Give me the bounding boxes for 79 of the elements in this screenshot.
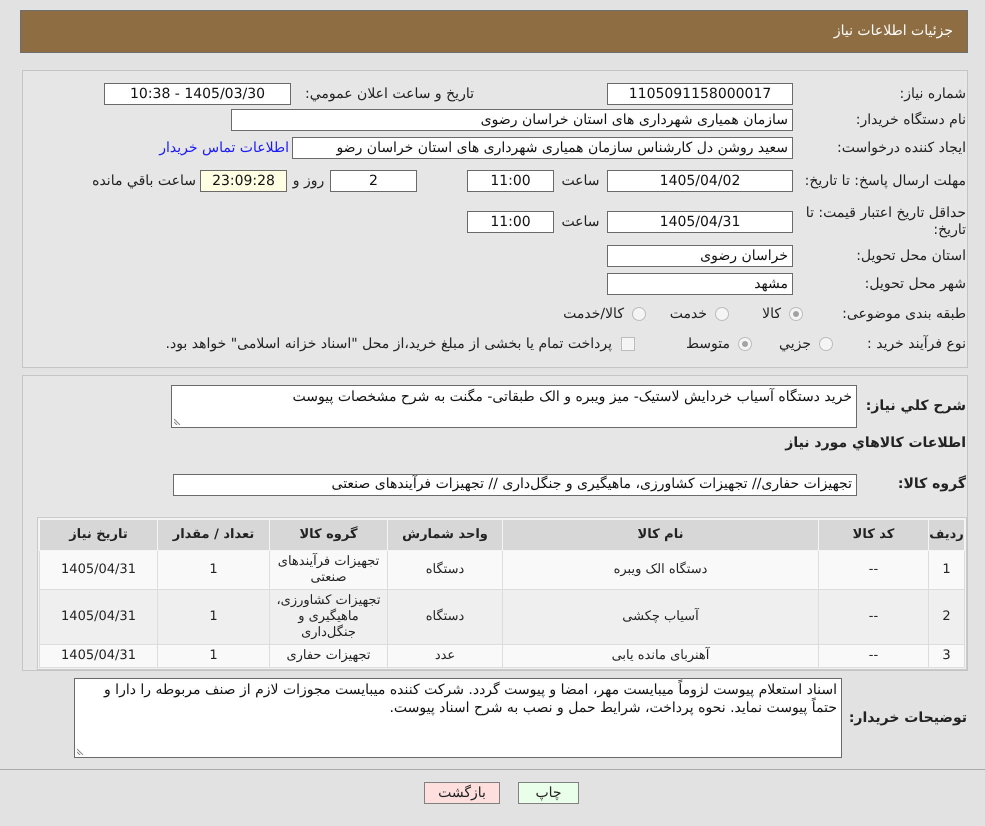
column-header: تعداد / مقدار	[158, 520, 270, 550]
section-label: شرح کلي نیاز:	[864, 397, 967, 416]
radio-button[interactable]	[632, 307, 646, 321]
table-cell: --	[818, 644, 928, 668]
buyer-contact-link[interactable]: اطلاعات تماس خریدار	[159, 138, 289, 158]
section-label: گروه کالا:	[896, 474, 967, 494]
column-header: کد کالا	[818, 520, 928, 550]
table-cell: 1	[158, 550, 270, 590]
remaining-time-field[interactable]: 23:09:28	[200, 170, 287, 192]
section-title: اطلاعات کالاهاي مورد نیاز	[785, 434, 966, 452]
radio-button[interactable]	[819, 337, 833, 351]
table-cell: آهنربای مانده یابی	[502, 644, 818, 668]
back-button[interactable]: بازگشت	[424, 782, 500, 804]
radio-button[interactable]	[789, 307, 803, 321]
field-label: نام دستگاه خریدار:	[854, 112, 967, 128]
table-cell: 1405/04/31	[40, 590, 158, 644]
days-field[interactable]: 2	[330, 170, 417, 192]
field-label: تاریخ و ساعت اعلان عمومي:	[304, 86, 475, 102]
table-cell: تجهیزات فرآیندهای صنعتی	[270, 550, 388, 590]
table-cell: 1	[928, 550, 964, 590]
deadline-time-field[interactable]: 11:00	[467, 170, 554, 192]
field-label: ساعت	[560, 214, 601, 230]
radio-button[interactable]	[738, 337, 752, 351]
table-cell: 2	[928, 590, 964, 644]
table-cell: --	[818, 590, 928, 644]
table-cell: عدد	[388, 644, 502, 668]
price-validity-time-field[interactable]: 11:00	[467, 211, 554, 233]
need-number-field[interactable]: 1105091158000017	[607, 83, 793, 105]
deadline-date-field[interactable]: 1405/04/02	[607, 170, 793, 192]
requester-field[interactable]: سعید روشن دل کارشناس سازمان همیاری شهرداری های استان خراسان رضو	[292, 137, 793, 159]
announcement-date-field[interactable]: 1405/03/30 - 10:38	[104, 83, 291, 105]
print-button[interactable]: چاپ	[518, 782, 579, 804]
table-cell: 1405/04/31	[40, 644, 158, 668]
table-cell: تجهیزات کشاورزی، ماهیگیری و جنگل‌داری	[270, 590, 388, 644]
table-cell: 3	[928, 644, 964, 668]
column-header: نام کالا	[502, 520, 818, 550]
delivery-province-field[interactable]: خراسان رضوی	[607, 245, 793, 267]
page-title: جزئیات اطلاعات نیاز	[834, 22, 953, 41]
buyer-notes-textarea[interactable]: اسناد استعلام پیوست لزوماً میبایست مهر، امضا و پیوست گردد. شرکت کننده میبایست مجوزات لازم از صنف مربوطه را دارا و حتماً پیوست نماید. نحوه پرداخت، شرایط حمل و نصب به شرح اسناد پیوست.	[74, 678, 842, 758]
field-label: استان محل تحویل:	[855, 248, 967, 264]
field-label: ساعت باقي مانده	[92, 172, 196, 190]
field-label: شماره نیاز:	[898, 86, 967, 102]
radio-label: کالا/خدمت	[563, 304, 624, 324]
radio-label: کالا	[762, 304, 781, 324]
field-label: ایجاد کننده درخواست:	[836, 140, 967, 156]
field-label: شهر محل تحویل:	[864, 276, 967, 292]
price-validity-date-field[interactable]: 1405/04/31	[607, 211, 793, 233]
radio-label: جزيي	[779, 334, 811, 354]
column-header: گروه کالا	[270, 520, 388, 550]
table-cell: دستگاه	[388, 550, 502, 590]
table-cell: 1	[158, 590, 270, 644]
resize-grip-icon	[174, 418, 181, 425]
field-label: طبقه بندی موضوعی:	[841, 306, 967, 322]
table-cell: 1	[158, 644, 270, 668]
radio-label: خدمت	[670, 304, 707, 324]
radio-label: متوسط	[686, 334, 730, 354]
field-label: نوع فرآیند خرید :	[866, 336, 967, 352]
column-header: واحد شمارش	[388, 520, 502, 550]
buyer-organization-field[interactable]: سازمان همیاری شهرداری های استان خراسان رضوی	[231, 109, 793, 131]
delivery-city-field[interactable]: مشهد	[607, 273, 793, 295]
checkbox[interactable]	[621, 337, 635, 351]
table-cell: --	[818, 550, 928, 590]
table-cell: تجهیزات حفاری	[270, 644, 388, 668]
table-cell: آسیاب چکشی	[502, 590, 818, 644]
table-cell: دستگاه	[388, 590, 502, 644]
column-header: تاریخ نیاز	[40, 520, 158, 550]
table-cell: 1405/04/31	[40, 550, 158, 590]
resize-grip-icon	[77, 748, 84, 755]
table-cell: دستگاه الک ویبره	[502, 550, 818, 590]
need-summary-textarea[interactable]: خرید دستگاه آسیاب خردایش لاستیک- میز ویبره و الک طبقاتی- مگنت به شرح مشخصات پیوست	[171, 385, 857, 428]
field-label: حداقل تاریخ اعتبار قیمت: تا تاریخ:	[804, 205, 967, 239]
field-label: ساعت	[560, 172, 601, 190]
radio-button[interactable]	[715, 307, 729, 321]
section-label: توضیحات خریدار:	[848, 708, 968, 728]
column-header: ردیف	[928, 520, 964, 550]
checkbox-label: پرداخت تمام یا بخشی از مبلغ خرید،از محل "اسناد خزانه اسلامی" خواهد بود.	[166, 334, 612, 354]
goods-group-field[interactable]: تجهیزات حفاری// تجهیزات کشاورزی، ماهیگیری و جنگل‌داری // تجهیزات فرآیندهای صنعتی	[173, 474, 857, 496]
field-label: مهلت ارسال پاسخ: تا تاریخ:	[804, 172, 967, 190]
field-label: روز و	[291, 172, 326, 190]
